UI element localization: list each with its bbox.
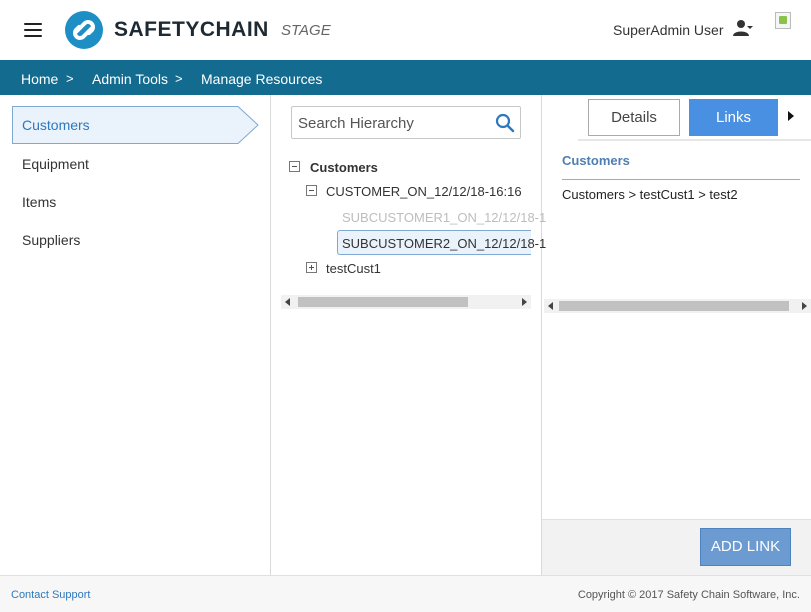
breadcrumb-separator: > — [66, 71, 74, 86]
tab-scroll-right-icon[interactable] — [788, 111, 794, 121]
resource-type-sidebar: Customers Equipment Items Suppliers — [0, 95, 271, 575]
brand-name: SAFETYCHAIN — [114, 18, 269, 41]
search-icon[interactable] — [495, 113, 515, 133]
links-panel: Details Links Customers Customers > test… — [542, 95, 811, 575]
expand-icon[interactable] — [306, 262, 317, 273]
breadcrumb: Home > Admin Tools > Manage Resources — [0, 60, 811, 95]
search-hierarchy-input[interactable] — [298, 113, 488, 133]
breadcrumb-admin-tools[interactable]: Admin Tools — [92, 71, 168, 87]
tab-details[interactable]: Details — [588, 99, 680, 136]
tab-bar-divider — [578, 139, 811, 141]
hierarchy-horizontal-scrollbar[interactable] — [281, 295, 531, 309]
scroll-left-icon[interactable] — [285, 298, 290, 306]
breadcrumb-home[interactable]: Home — [21, 71, 58, 87]
sidebar-item-suppliers[interactable]: Suppliers — [22, 232, 80, 248]
user-name[interactable]: SuperAdmin User — [613, 22, 724, 38]
tree-node-selected[interactable]: SUBCUSTOMER2_ON_12/12/18-1 — [337, 230, 546, 255]
sidebar-item-customers[interactable]: Customers — [12, 106, 259, 144]
link-path[interactable]: Customers > testCust1 > test2 — [562, 187, 738, 202]
hierarchy-panel: Customers CUSTOMER_ON_12/12/18-16:16 SUB… — [271, 95, 546, 575]
safetychain-logo-icon — [65, 11, 103, 49]
breadcrumb-separator: > — [175, 71, 183, 86]
section-title: Customers — [562, 153, 630, 168]
tree-node[interactable]: testCust1 — [326, 261, 381, 276]
tree-node-root[interactable]: Customers — [310, 160, 378, 175]
tab-bar: Details Links — [578, 95, 811, 141]
scroll-right-icon[interactable] — [802, 302, 807, 310]
panel-action-bar: ADD LINK — [542, 519, 811, 575]
search-box — [291, 106, 521, 139]
links-horizontal-scrollbar[interactable] — [544, 299, 811, 313]
tree-node-label: SUBCUSTOMER2_ON_12/12/18-1 — [342, 236, 547, 251]
collapse-icon[interactable] — [306, 185, 317, 196]
add-link-button[interactable]: ADD LINK — [700, 528, 791, 566]
page-footer: Contact Support Copyright © 2017 Safety … — [0, 575, 811, 612]
section-divider — [562, 179, 800, 180]
scrollbar-thumb[interactable] — [559, 301, 789, 311]
environment-label: STAGE — [281, 22, 331, 39]
sidebar-item-items[interactable]: Items — [22, 194, 56, 210]
collapse-icon[interactable] — [289, 161, 300, 172]
copyright-text: Copyright © 2017 Safety Chain Software, … — [577, 589, 800, 601]
tree-node[interactable]: CUSTOMER_ON_12/12/18-16:16 — [326, 184, 522, 199]
scroll-right-icon[interactable] — [522, 298, 527, 306]
user-settings-icon[interactable] — [733, 19, 753, 37]
contact-support-link[interactable]: Contact Support — [11, 589, 91, 601]
hamburger-menu-icon[interactable] — [24, 23, 42, 37]
sidebar-item-equipment[interactable]: Equipment — [22, 156, 89, 172]
breadcrumb-manage-resources: Manage Resources — [201, 71, 323, 87]
scrollbar-thumb[interactable] — [298, 297, 468, 307]
broken-image-icon — [775, 12, 791, 29]
top-header: SAFETYCHAIN STAGE SuperAdmin User — [0, 0, 811, 60]
scroll-left-icon[interactable] — [548, 302, 553, 310]
sidebar-item-label: Customers — [22, 117, 90, 133]
tab-links[interactable]: Links — [689, 99, 778, 136]
tree-node-disabled: SUBCUSTOMER1_ON_12/12/18-1 — [342, 210, 547, 225]
